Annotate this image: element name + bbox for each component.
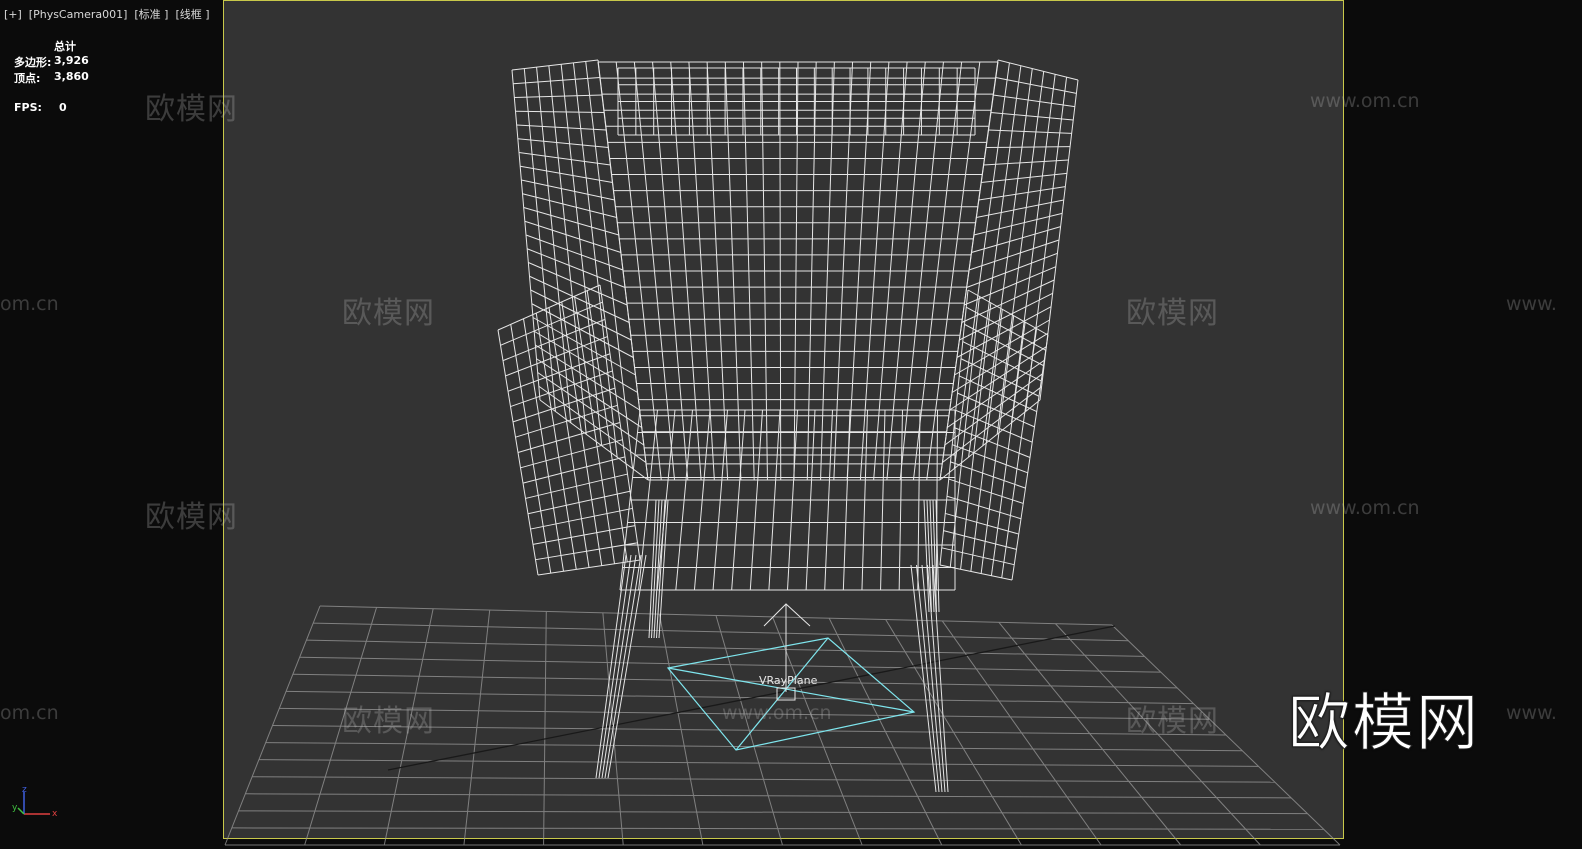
- vertices-label: 顶点:: [14, 72, 41, 85]
- watermark-url: www.om.cn: [1310, 90, 1420, 112]
- watermark-text: 欧模网: [342, 296, 435, 331]
- vray-plane[interactable]: [666, 637, 916, 751]
- fps-label: FPS:: [14, 101, 42, 114]
- watermark-url: www.: [1506, 293, 1557, 315]
- watermark-text: 欧模网: [145, 500, 238, 535]
- polygons-value: 3,926: [54, 54, 89, 67]
- 3d-viewport[interactable]: [+] [PhysCamera001] [标准 ] [线框 ] 总计 多边形: …: [0, 0, 1582, 849]
- axis-y-label: y: [12, 803, 18, 813]
- watermark-text: 欧模网: [145, 92, 238, 127]
- stats-header: 总计: [54, 40, 76, 53]
- watermark-url: om.cn: [0, 702, 59, 724]
- viewport-label[interactable]: [+] [PhysCamera001] [标准 ] [线框 ]: [4, 6, 210, 22]
- watermark-url: www.: [1506, 702, 1557, 724]
- watermark-url: om.cn: [0, 293, 59, 315]
- site-logo: 欧模网: [1287, 686, 1481, 760]
- axis-z-label: z: [22, 785, 27, 795]
- fps-value: 0: [59, 101, 67, 114]
- axis-x-label: x: [52, 809, 58, 819]
- vray-plane-label: VRayPlane: [759, 674, 818, 687]
- watermark-url: www.om.cn: [722, 702, 832, 724]
- vertices-value: 3,860: [54, 70, 89, 83]
- watermark-text: 欧模网: [1126, 704, 1219, 739]
- watermark-text: 欧模网: [1126, 296, 1219, 331]
- axis-gizmo: x z y: [12, 785, 58, 819]
- polygons-label: 多边形:: [14, 56, 52, 69]
- watermark-url: www.om.cn: [1310, 497, 1420, 519]
- watermark-text: 欧模网: [342, 704, 435, 739]
